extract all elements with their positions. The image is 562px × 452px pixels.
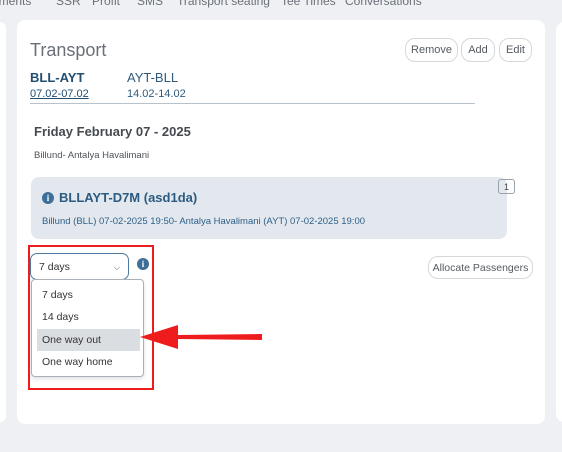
flight-code: BLLAYT-D7M (asd1da): [59, 190, 198, 205]
nav-item-conversations[interactable]: Conversations: [345, 0, 422, 8]
nav-item-transport-seating[interactable]: Transport seating: [177, 0, 270, 8]
tab-ayt-bll[interactable]: AYT-BLL 14.02-14.02: [127, 70, 186, 100]
left-panel-edge: [0, 22, 6, 422]
passenger-count-badge: 1: [498, 179, 515, 194]
tab-code: BLL-AYT: [30, 70, 85, 85]
flight-card[interactable]: i BLLAYT-D7M (asd1da) Billund (BLL) 07-0…: [31, 177, 507, 239]
right-panel-edge: [556, 22, 562, 422]
nav-item-profit[interactable]: Profit: [92, 0, 120, 8]
day-route: Billund- Antalya Havalimani: [34, 150, 150, 161]
flight-title: i BLLAYT-D7M (asd1da): [42, 190, 197, 205]
tab-bll-ayt[interactable]: BLL-AYT 07.02-07.02: [30, 70, 89, 100]
allocate-passengers-button[interactable]: Allocate Passengers: [428, 256, 533, 279]
flight-detail: Billund (BLL) 07-02-2025 19:50- Antalya …: [42, 216, 366, 227]
nav-item-sms[interactable]: SMS: [137, 0, 163, 8]
red-arrow-icon: [140, 325, 262, 349]
tab-divider: [30, 103, 475, 104]
top-navigation: nments SSR Profit SMS Transport seating …: [0, 0, 562, 8]
info-icon: i: [42, 191, 54, 204]
nav-item-ssr[interactable]: SSR: [56, 0, 81, 8]
day-heading: Friday February 07 - 2025: [34, 124, 191, 139]
panel-title: Transport: [30, 40, 107, 60]
tab-dates: 07.02-07.02: [30, 88, 89, 100]
annotation-highlight-box: [28, 245, 154, 390]
tab-code: AYT-BLL: [127, 70, 179, 85]
edit-button[interactable]: Edit: [499, 38, 532, 62]
tab-dates: 14.02-14.02: [127, 88, 186, 100]
add-button[interactable]: Add: [461, 38, 495, 62]
remove-button[interactable]: Remove: [405, 38, 458, 62]
nav-item-tee-times[interactable]: Tee Times: [281, 0, 336, 8]
nav-item-appointments[interactable]: nments: [0, 0, 31, 8]
